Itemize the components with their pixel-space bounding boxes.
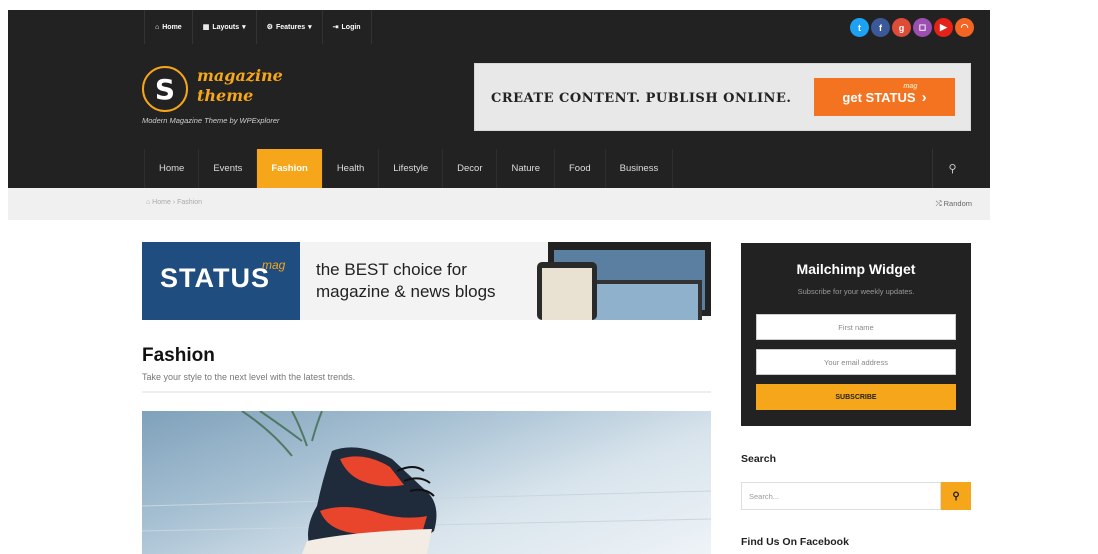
topnav-layouts[interactable]: ▦ Layouts ▾ [193, 10, 257, 44]
main-nav: Home Events Fashion Health Lifestyle Dec… [8, 149, 990, 188]
mailchimp-widget-subtitle: Subscribe for your weekly updates. [797, 287, 915, 296]
search-icon[interactable]: ⚲ [932, 149, 972, 188]
topnav-features-label: Features [275, 23, 306, 31]
facebook-icon[interactable]: f [871, 18, 890, 37]
twitter-icon[interactable]: t [850, 18, 869, 37]
promo-banner-line2: magazine & news blogs [316, 282, 496, 301]
grid-icon: ▦ [202, 24, 210, 31]
chevron-right-icon: › [921, 88, 927, 106]
search-input[interactable]: Search... [741, 482, 941, 510]
topnav-features[interactable]: ⚙ Features ▾ [257, 10, 323, 44]
first-name-field[interactable]: First name [756, 314, 956, 340]
nav-item-fashion[interactable]: Fashion [257, 149, 323, 188]
breadcrumb: ⌂ Home › Fashion [146, 199, 202, 206]
gear-icon: ⚙ [266, 24, 273, 31]
get-status-label: get STATUS [842, 89, 916, 105]
nav-item-events[interactable]: Events [199, 149, 258, 188]
promo-banner[interactable]: STATUS mag the BEST choice for magazine … [142, 242, 711, 320]
featured-post-image[interactable] [142, 411, 711, 554]
site-tagline: Modern Magazine Theme by WPExplorer [142, 116, 280, 125]
login-icon: ⇥ [332, 24, 339, 31]
subscribe-button[interactable]: SUBSCRIBE [756, 384, 956, 410]
promo-banner-brand-sup: mag [262, 258, 286, 272]
top-nav: ⌂ Home ▦ Layouts ▾ ⚙ Features ▾ ⇥ Login [144, 10, 372, 44]
main-nav-items: Home Events Fashion Health Lifestyle Dec… [144, 149, 674, 188]
nav-item-business[interactable]: Business [606, 149, 674, 188]
logo-icon[interactable]: S [142, 66, 188, 112]
topnav-layouts-label: Layouts [212, 23, 240, 31]
random-post-link[interactable]: ⤭ Random [936, 199, 972, 209]
social-icons: t f g ◻ ▶ ◠ [850, 18, 974, 37]
instagram-icon[interactable]: ◻ [913, 18, 932, 37]
device-mockup-laptop [582, 280, 702, 320]
home-icon: ⌂ [155, 23, 160, 31]
chevron-down-icon: ▾ [308, 24, 312, 31]
page-title: Fashion [142, 345, 215, 366]
promo-banner-brand: STATUS [160, 263, 270, 293]
nav-item-food[interactable]: Food [555, 149, 606, 188]
site-header: S magazine theme Modern Magazine Theme b… [8, 44, 990, 149]
nav-item-health[interactable]: Health [323, 149, 380, 188]
nav-item-nature[interactable]: Nature [497, 149, 555, 188]
google-plus-icon[interactable]: g [892, 18, 911, 37]
topnav-home[interactable]: ⌂ Home [144, 10, 193, 44]
logo-text-line1[interactable]: magazine [197, 66, 283, 85]
rss-icon[interactable]: ◠ [955, 18, 974, 37]
divider [142, 391, 711, 393]
nav-item-decor[interactable]: Decor [443, 149, 498, 188]
topnav-login-label: Login [341, 23, 361, 31]
breadcrumb-separator: › [172, 199, 176, 206]
page-description: Take your style to the next level with t… [142, 372, 356, 382]
get-status-button[interactable]: get STATUS mag › [814, 78, 955, 116]
mailchimp-widget: Mailchimp Widget Subscribe for your week… [741, 243, 971, 426]
get-status-sup: mag [903, 82, 918, 90]
search-button[interactable]: ⚲ [941, 482, 971, 510]
facebook-widget-heading: Find Us On Facebook [741, 536, 849, 548]
search-widget-heading: Search [741, 453, 777, 465]
email-field[interactable]: Your email address [756, 349, 956, 375]
nav-item-lifestyle[interactable]: Lifestyle [379, 149, 444, 188]
chevron-down-icon: ▾ [242, 24, 246, 31]
breadcrumb-current: Fashion [177, 199, 203, 206]
breadcrumb-home[interactable]: ⌂ Home [146, 199, 171, 206]
youtube-icon[interactable]: ▶ [934, 18, 953, 37]
topnav-login[interactable]: ⇥ Login [323, 10, 372, 44]
top-bar-inner: ⌂ Home ▦ Layouts ▾ ⚙ Features ▾ ⇥ Login … [8, 10, 990, 44]
device-mockup-phone [537, 262, 597, 320]
promo-banner-brand-block: STATUS mag [142, 242, 300, 320]
header-ad[interactable]: CREATE CONTENT. PUBLISH ONLINE. get STAT… [474, 63, 971, 131]
breadcrumb-bar: ⌂ Home › Fashion ⤭ Random [8, 188, 990, 220]
search-icon: ⚲ [952, 490, 960, 502]
header-ad-text: CREATE CONTENT. PUBLISH ONLINE. [491, 91, 792, 106]
sneaker-photo [142, 411, 711, 554]
promo-banner-line1: the BEST choice for [316, 260, 467, 279]
nav-item-home[interactable]: Home [144, 149, 200, 188]
mailchimp-widget-title: Mailchimp Widget [796, 261, 916, 277]
topnav-home-label: Home [162, 23, 182, 31]
top-bar: ⌂ Home ▦ Layouts ▾ ⚙ Features ▾ ⇥ Login … [0, 0, 1098, 44]
logo-text-line2[interactable]: theme [197, 86, 253, 105]
